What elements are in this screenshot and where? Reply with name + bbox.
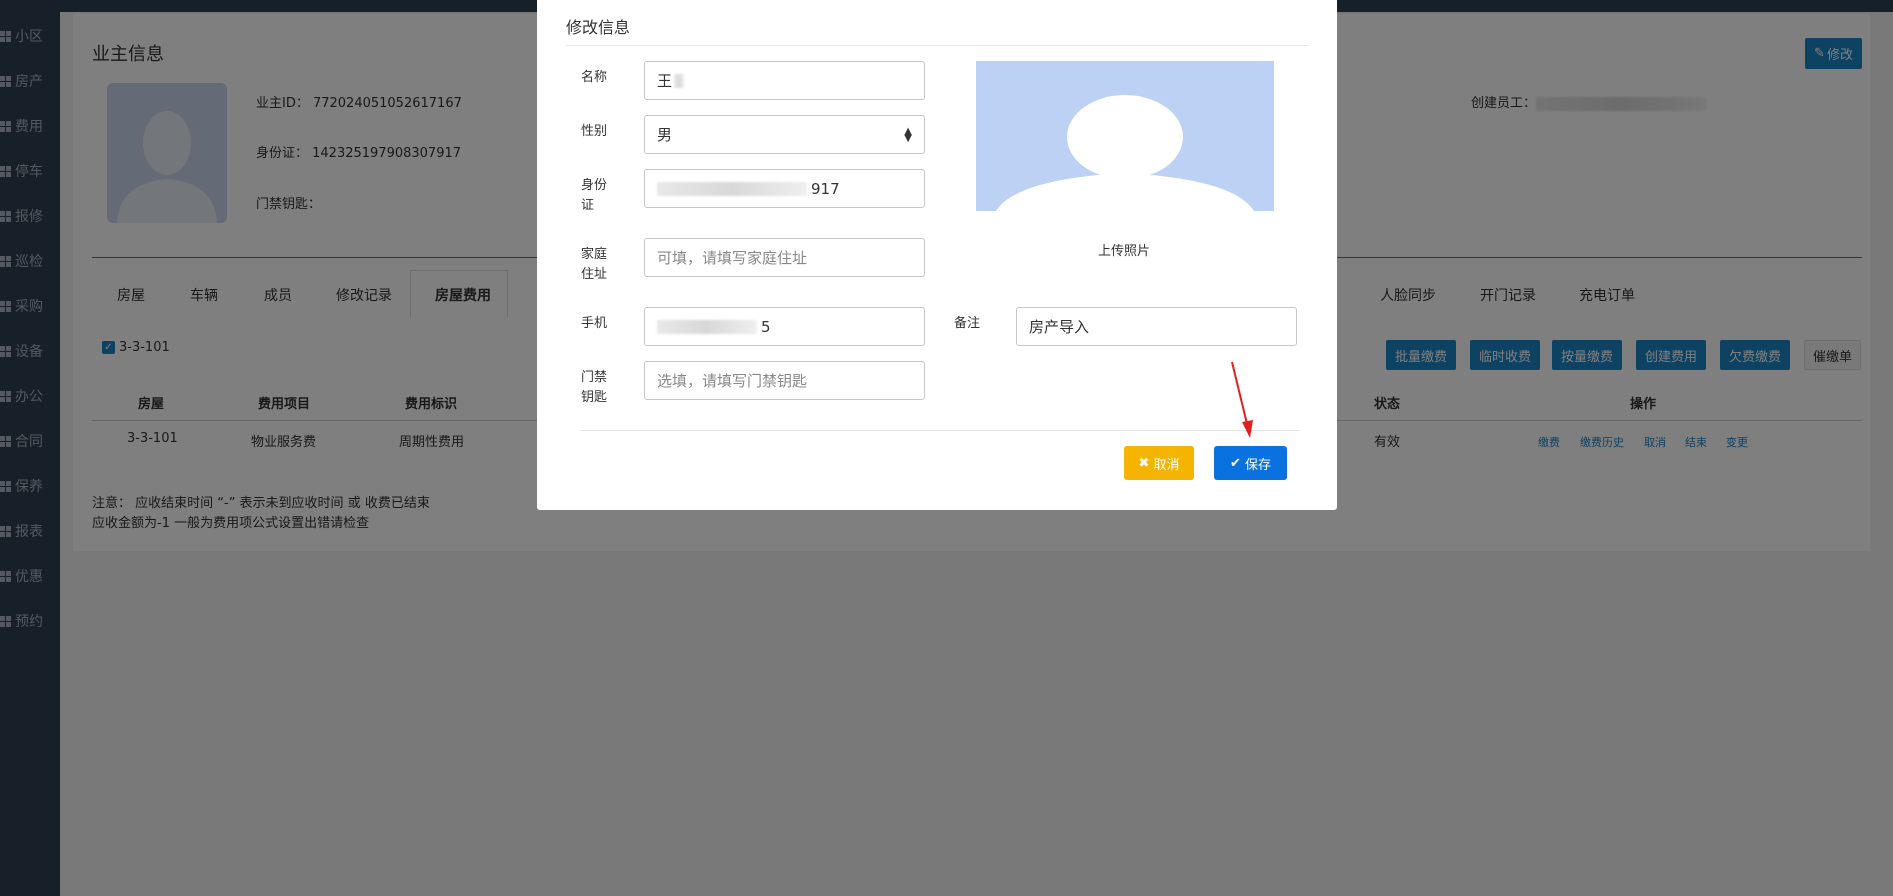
modal-divider xyxy=(566,45,1308,46)
remark-field[interactable]: 房产导入 xyxy=(1016,307,1297,346)
save-button[interactable]: ✔ 保存 xyxy=(1214,446,1287,480)
upload-photo-label[interactable]: 上传照片 xyxy=(1098,240,1150,259)
door-key-label: 门禁钥匙 xyxy=(581,370,608,405)
gender-label: 性别 xyxy=(581,124,608,139)
name-field[interactable]: 王 xyxy=(644,61,925,100)
photo-preview[interactable] xyxy=(976,61,1274,211)
cancel-button[interactable]: ✖ 取消 xyxy=(1124,446,1194,480)
close-icon: ✖ xyxy=(1138,455,1150,471)
address-label: 家庭住址 xyxy=(581,247,608,282)
name-label: 名称 xyxy=(581,70,608,85)
gender-select[interactable]: 男 ▲ ▼ xyxy=(644,115,925,154)
phone-label: 手机 xyxy=(581,316,608,331)
modal-footer-divider xyxy=(581,430,1299,431)
idcard-label: 身份证 xyxy=(581,178,608,213)
address-field[interactable]: 可填，请填写家庭住址 xyxy=(644,238,925,277)
remark-label: 备注 xyxy=(954,316,981,331)
phone-field[interactable]: 5 xyxy=(644,307,925,346)
modal-title: 修改信息 xyxy=(566,18,631,37)
check-icon: ✔ xyxy=(1230,455,1241,471)
select-arrows-icon: ▲ ▼ xyxy=(904,126,912,144)
edit-info-modal: 修改信息 名称 王 性别 男 ▲ ▼ 身份证 917 家庭住址 可填，请填写家庭住… xyxy=(537,0,1337,510)
red-arrow-annotation xyxy=(1231,361,1253,438)
door-key-field[interactable]: 选填，请填写门禁钥匙 xyxy=(644,361,925,400)
idcard-field[interactable]: 917 xyxy=(644,169,925,208)
